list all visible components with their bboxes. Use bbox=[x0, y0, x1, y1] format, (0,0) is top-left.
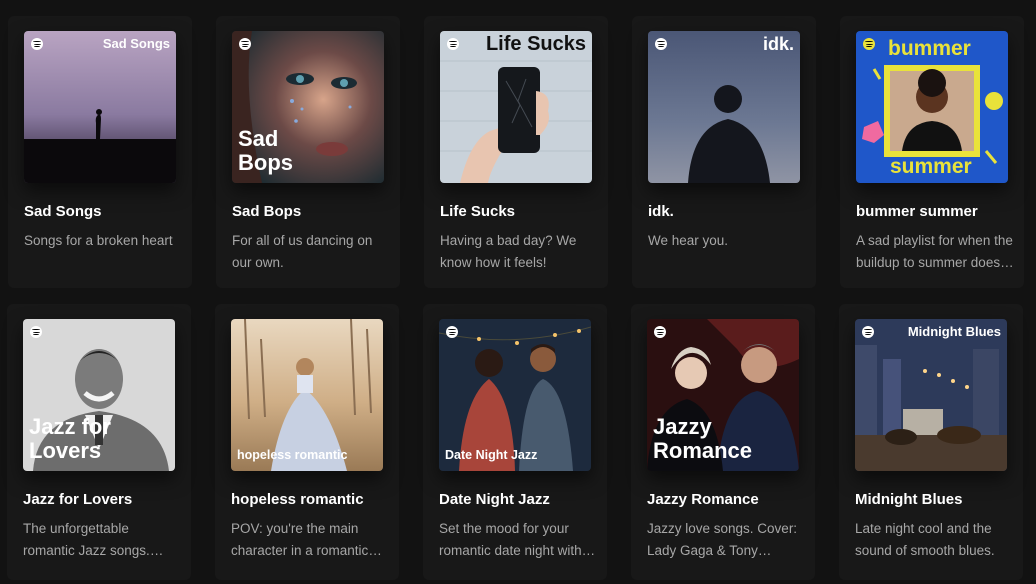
playlist-description: Set the mood for your romantic date nigh… bbox=[439, 521, 582, 558]
playlist-description: We hear you. bbox=[648, 233, 729, 248]
playlist-cover: Midnight Blues bbox=[855, 319, 1007, 471]
playlist-cover: Jazz for Lovers bbox=[23, 319, 175, 471]
cover-label-top: bummer bbox=[888, 37, 971, 60]
playlist-title[interactable]: hopeless romantic bbox=[231, 491, 391, 508]
playlist-card[interactable]: idk. idk. We hear you. bbox=[632, 16, 816, 288]
cover-label: Jazz for Lovers bbox=[29, 414, 111, 463]
cover-label: Sad Songs bbox=[102, 36, 170, 51]
playlist-title[interactable]: idk. bbox=[648, 203, 808, 220]
cover-label: Date Night Jazz bbox=[445, 448, 538, 462]
playlist-title[interactable]: bummer summer bbox=[856, 203, 1016, 220]
playlist-title[interactable]: Life Sucks bbox=[440, 203, 600, 220]
spotify-logo-icon bbox=[447, 38, 459, 50]
playlist-description: Late night cool and the sound of smooth … bbox=[855, 521, 995, 558]
playlist-card[interactable]: Jazzy Romance Jazzy Romance Jazzy love s… bbox=[631, 304, 815, 580]
spotify-logo-icon bbox=[30, 326, 42, 338]
playlist-card[interactable]: bummer summer bummer summer A sad playli… bbox=[840, 16, 1024, 288]
playlist-description: Jazzy love songs. Cover: Lady Gaga & Ton… bbox=[647, 521, 798, 558]
cover-label: Midnight Blues bbox=[907, 324, 1001, 339]
playlist-description: Having a bad day? We know how it feels! bbox=[440, 233, 577, 270]
playlist-cover: Jazzy Romance bbox=[647, 319, 799, 471]
playlist-card[interactable]: Sad Songs Sad Songs Songs for a broken h… bbox=[8, 16, 192, 288]
playlist-title[interactable]: Jazz for Lovers bbox=[23, 491, 183, 508]
playlist-cover: Sad Songs bbox=[24, 31, 176, 183]
spotify-logo-icon bbox=[863, 38, 875, 50]
cover-label: Jazzy Romance bbox=[653, 414, 753, 463]
cover-label: idk. bbox=[762, 34, 794, 54]
spotify-logo-icon bbox=[654, 326, 666, 338]
playlist-title[interactable]: Midnight Blues bbox=[855, 491, 1015, 508]
playlist-card[interactable]: Sad Bops Sad Bops For all of us dancing … bbox=[216, 16, 400, 288]
playlist-description: The unforgettable romantic Jazz songs. C… bbox=[23, 521, 150, 558]
cover-label: Sad Bops bbox=[238, 126, 293, 175]
playlist-title[interactable]: Jazzy Romance bbox=[647, 491, 807, 508]
playlist-title[interactable]: Date Night Jazz bbox=[439, 491, 599, 508]
playlist-title[interactable]: Sad Songs bbox=[24, 203, 184, 220]
playlist-title[interactable]: Sad Bops bbox=[232, 203, 392, 220]
playlist-card[interactable]: Date Night Jazz Date Night Jazz Set the … bbox=[423, 304, 607, 580]
spotify-logo-icon bbox=[862, 326, 874, 338]
playlist-description: POV: you're the main character in a roma… bbox=[231, 521, 369, 558]
spotify-logo-icon bbox=[239, 38, 251, 50]
playlist-cover: Date Night Jazz bbox=[439, 319, 591, 471]
playlist-card[interactable]: hopeless romantic hopeless romantic POV:… bbox=[215, 304, 399, 580]
playlist-cover: idk. bbox=[648, 31, 800, 183]
playlist-card[interactable]: Life Sucks Life Sucks Having a bad day? … bbox=[424, 16, 608, 288]
playlist-cover: Sad Bops bbox=[232, 31, 384, 183]
spotify-logo-icon bbox=[655, 38, 667, 50]
spotify-logo-icon bbox=[31, 38, 43, 50]
playlist-cover: Life Sucks bbox=[440, 31, 592, 183]
cover-label: hopeless romantic bbox=[237, 448, 348, 462]
playlist-card[interactable]: Jazz for Lovers Jazz for Lovers The unfo… bbox=[7, 304, 191, 580]
playlist-description: Songs for a broken heart bbox=[24, 233, 173, 248]
spotify-logo-icon bbox=[446, 326, 458, 338]
cover-label: Life Sucks bbox=[485, 33, 586, 55]
playlist-cover: hopeless romantic bbox=[231, 319, 383, 471]
playlist-description: For all of us dancing on our own. bbox=[232, 233, 373, 270]
playlist-cover: bummer summer bbox=[856, 31, 1008, 183]
playlist-card[interactable]: Midnight Blues Midnight Blues Late night… bbox=[839, 304, 1023, 580]
playlist-description: A sad playlist for when the buildup to s… bbox=[856, 233, 1014, 270]
cover-label-bottom: summer bbox=[890, 155, 972, 178]
